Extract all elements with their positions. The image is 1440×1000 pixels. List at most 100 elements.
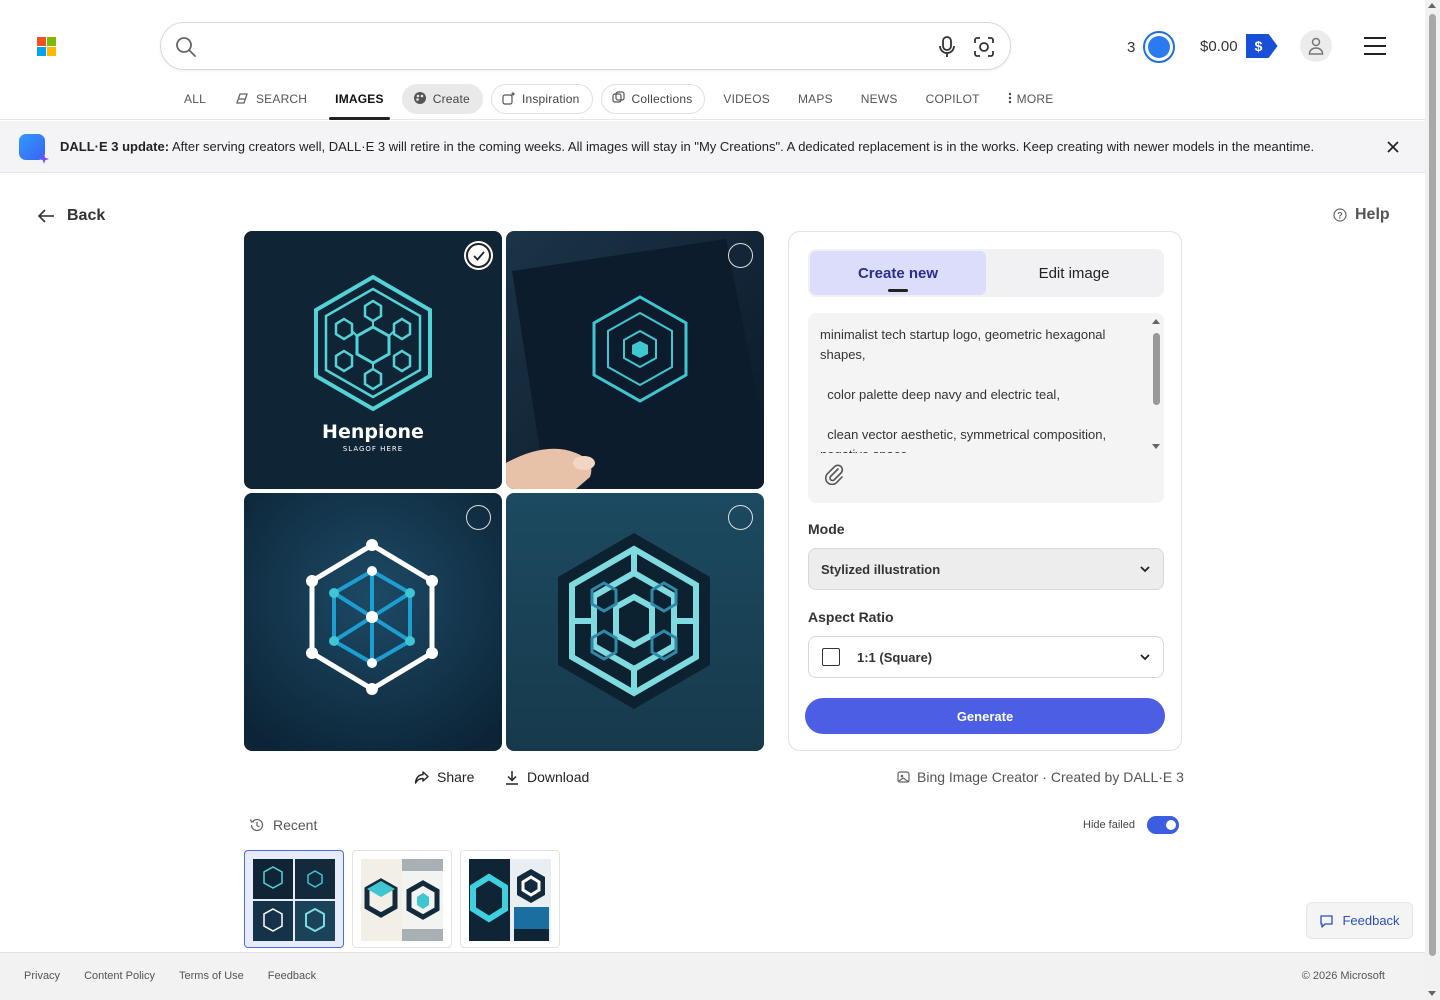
recent-header: Recent <box>249 817 317 833</box>
footer-links: Privacy Content Policy Terms of Use Feed… <box>24 970 316 982</box>
hide-failed-control: Hide failed <box>1083 816 1179 834</box>
creator-credit: Bing Image Creator · Created by DALL·E 3 <box>897 769 1184 785</box>
footer-link-feedback[interactable]: Feedback <box>268 970 316 982</box>
svg-text:?: ? <box>1337 211 1343 221</box>
kebab-icon <box>1008 92 1012 107</box>
banner-body: After serving creators well, DALL·E 3 wi… <box>171 139 1315 154</box>
share-icon <box>414 770 429 784</box>
logo-wordmark: Henpione <box>322 421 424 443</box>
logo-tagline: SLAGOF HERE <box>343 445 403 453</box>
create-panel: Create new Edit image minimalist tech st… <box>788 231 1182 751</box>
vertical-tabs: ALL SEARCH IMAGES Create Inspiration Col… <box>170 84 1067 120</box>
generated-image-2[interactable] <box>506 231 764 489</box>
prompt-scrollbar[interactable] <box>1150 317 1162 451</box>
wallet-button[interactable]: $0.00 $ <box>1200 34 1278 58</box>
search-box[interactable] <box>160 22 1011 70</box>
tab-all[interactable]: ALL <box>170 84 220 114</box>
back-button[interactable]: Back <box>37 207 105 225</box>
mode-dropdown[interactable]: Stylized illustration <box>808 548 1164 590</box>
profile-avatar[interactable] <box>1300 30 1332 62</box>
microphone-icon[interactable] <box>937 36 957 58</box>
generated-image-4[interactable] <box>506 493 764 751</box>
recent-thumb-image <box>253 859 335 941</box>
wallet-amount: $0.00 <box>1200 37 1238 55</box>
image-creator-icon <box>19 134 45 160</box>
microsoft-logo[interactable] <box>37 37 56 56</box>
tab-search[interactable]: SEARCH <box>220 84 321 114</box>
footer-link-terms[interactable]: Terms of Use <box>179 970 244 982</box>
generated-image-3[interactable] <box>244 493 502 751</box>
recent-thumb-1[interactable] <box>244 850 344 948</box>
tab-images[interactable]: IMAGES <box>321 84 398 120</box>
mode-value: Stylized illustration <box>821 561 941 577</box>
search-input[interactable] <box>209 33 949 59</box>
recent-thumb-3[interactable] <box>460 850 560 948</box>
rewards-button[interactable]: 3 <box>1127 31 1176 63</box>
arrow-left-icon <box>37 209 54 223</box>
search-icon <box>176 37 196 57</box>
aspect-ratio-label: Aspect Ratio <box>808 609 894 625</box>
banner-message: DALL·E 3 update: After serving creators … <box>60 139 1314 154</box>
paperclip-icon[interactable] <box>823 463 845 485</box>
tab-copilot[interactable]: COPILOT <box>912 84 994 114</box>
prompt-text[interactable]: minimalist tech startup logo, geometric … <box>820 325 1140 453</box>
visual-search-icon[interactable] <box>973 36 995 58</box>
footer-link-privacy[interactable]: Privacy <box>24 970 60 982</box>
dalle-update-banner: DALL·E 3 update: After serving creators … <box>0 121 1425 173</box>
credit-text: Bing Image Creator · Created by DALL·E 3 <box>917 769 1184 785</box>
tab-create[interactable]: Create <box>401 84 483 114</box>
sparkle-image-icon <box>502 91 516 108</box>
palette-icon <box>413 91 427 108</box>
aspect-ratio-dropdown[interactable]: 1:1 (Square) <box>808 636 1164 678</box>
footer-link-content-policy[interactable]: Content Policy <box>84 970 155 982</box>
download-label: Download <box>527 769 590 785</box>
prompt-field[interactable]: minimalist tech startup logo, geometric … <box>808 313 1164 503</box>
tab-edit-image[interactable]: Edit image <box>986 251 1162 295</box>
tab-inspiration[interactable]: Inspiration <box>490 84 593 114</box>
tab-news[interactable]: NEWS <box>847 84 912 114</box>
feedback-icon <box>1320 914 1334 928</box>
generated-images-grid: Henpione SLAGOF HERE <box>244 231 764 751</box>
tab-more[interactable]: MORE <box>994 84 1068 114</box>
close-icon[interactable] <box>1384 138 1402 156</box>
tab-create-new[interactable]: Create new <box>810 251 986 295</box>
user-icon <box>1308 37 1324 55</box>
page-scrollbar[interactable] <box>1425 0 1440 1000</box>
copyright: © 2026 Microsoft <box>1301 970 1385 982</box>
card-mockup-image <box>506 231 764 489</box>
mode-label: Mode <box>808 521 845 537</box>
tab-collections[interactable]: Collections <box>600 84 706 114</box>
chevron-down-icon <box>1140 566 1150 573</box>
page-footer: Privacy Content Policy Terms of Use Feed… <box>0 952 1425 1000</box>
download-button[interactable]: Download <box>505 769 589 785</box>
copilot-search-icon <box>234 91 250 107</box>
image-select-checkbox[interactable] <box>728 243 753 268</box>
generate-button[interactable]: Generate <box>805 698 1165 734</box>
image-creator-icon <box>897 771 910 783</box>
image-select-checkbox[interactable] <box>728 505 753 530</box>
tab-videos[interactable]: VIDEOS <box>709 84 784 114</box>
recent-thumb-image <box>469 859 551 941</box>
image-select-checkbox[interactable] <box>466 505 491 530</box>
help-button[interactable]: ? Help <box>1333 206 1390 224</box>
square-ratio-icon <box>822 648 840 666</box>
maze-hexagon-image <box>506 493 764 751</box>
henpione-logo-image: Henpione SLAGOF HERE <box>244 231 502 489</box>
aspect-ratio-value: 1:1 (Square) <box>857 649 933 665</box>
banner-title: DALL·E 3 update: <box>60 139 170 154</box>
top-header: 3 $0.00 $ ALL SEARCH IMAGES Create Inspi… <box>0 0 1425 120</box>
generated-image-1[interactable]: Henpione SLAGOF HERE <box>244 231 502 489</box>
recent-thumb-2[interactable] <box>352 850 452 948</box>
menu-icon[interactable] <box>1364 37 1386 55</box>
recent-thumb-image <box>361 859 443 941</box>
node-hexagon-image <box>244 493 502 751</box>
hide-failed-toggle[interactable] <box>1146 816 1179 834</box>
mode-switcher: Create new Edit image <box>808 249 1164 297</box>
back-label: Back <box>67 207 106 224</box>
image-select-checkbox[interactable] <box>466 243 491 268</box>
feedback-button[interactable]: Feedback <box>1306 902 1413 939</box>
help-icon: ? <box>1333 208 1347 222</box>
tab-maps[interactable]: MAPS <box>784 84 847 114</box>
hide-failed-label: Hide failed <box>1083 819 1135 831</box>
share-button[interactable]: Share <box>414 769 474 785</box>
